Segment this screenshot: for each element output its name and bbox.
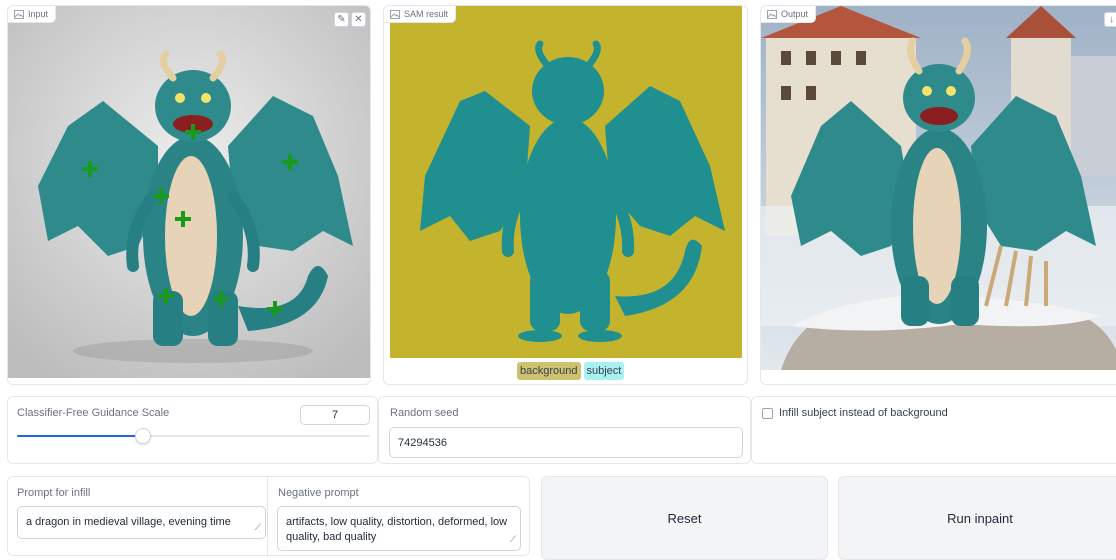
download-button[interactable]: ↓ (1104, 12, 1116, 27)
sam-label: SAM result (404, 9, 449, 19)
cfg-slider-fill (17, 435, 143, 437)
edit-button[interactable]: ✎ (334, 12, 349, 27)
cfg-slider-thumb[interactable] (135, 428, 151, 444)
sam-mask-image (390, 6, 742, 358)
input-image[interactable] (8, 6, 371, 378)
output-image (761, 6, 1116, 370)
legend-subject: subject (583, 362, 625, 380)
image-icon (767, 9, 777, 19)
legend-background: background (517, 362, 581, 380)
download-icon: ↓ (1109, 14, 1114, 25)
pencil-icon: ✎ (337, 14, 346, 25)
negative-prompt-text: artifacts, low quality, distortion, defo… (286, 516, 508, 543)
sam-label-chip: SAM result (384, 6, 457, 23)
infill-panel: Infill subject instead of background (751, 396, 1116, 464)
input-label-chip: Input (8, 6, 57, 23)
image-icon (390, 9, 400, 19)
output-image-panel: Output ↓ (760, 5, 1116, 385)
sam-legend: background subject (517, 362, 625, 380)
cfg-label: Classifier-Free Guidance Scale (17, 407, 170, 419)
negative-prompt-label: Negative prompt (278, 487, 359, 499)
run-inpaint-button[interactable]: Run inpaint (838, 476, 1116, 560)
close-icon: ✕ (354, 14, 363, 25)
image-icon (14, 9, 24, 19)
infill-checkbox-label[interactable]: Infill subject instead of background (779, 407, 948, 419)
resize-handle-icon[interactable]: ⟋ (510, 532, 516, 547)
prompt-text: a dragon in medieval village, evening ti… (26, 516, 231, 528)
sam-result-panel: SAM result background subject (383, 5, 748, 385)
seed-panel: Random seed 74294536 (378, 396, 751, 464)
prompt-divider (267, 477, 268, 557)
output-label: Output (781, 9, 809, 19)
prompt-panel: Prompt for infill a dragon in medieval v… (7, 476, 530, 557)
reset-button[interactable]: Reset (541, 476, 828, 560)
resize-handle-icon[interactable]: ⟋ (255, 520, 261, 535)
seed-input[interactable]: 74294536 (389, 427, 743, 458)
seed-label: Random seed (390, 407, 459, 419)
input-image-panel[interactable]: Input ✎ ✕ (7, 5, 371, 385)
prompt-label: Prompt for infill (17, 487, 91, 499)
negative-prompt-textarea[interactable]: artifacts, low quality, distortion, defo… (277, 506, 521, 551)
cfg-number-input[interactable]: 7 (300, 405, 370, 425)
input-label: Input (28, 9, 49, 19)
output-label-chip: Output (761, 6, 817, 23)
prompt-textarea[interactable]: a dragon in medieval village, evening ti… (17, 506, 266, 539)
cfg-panel: Classifier-Free Guidance Scale 7 (7, 396, 378, 464)
clear-button[interactable]: ✕ (351, 12, 366, 27)
infill-subject-checkbox[interactable] (762, 408, 773, 419)
